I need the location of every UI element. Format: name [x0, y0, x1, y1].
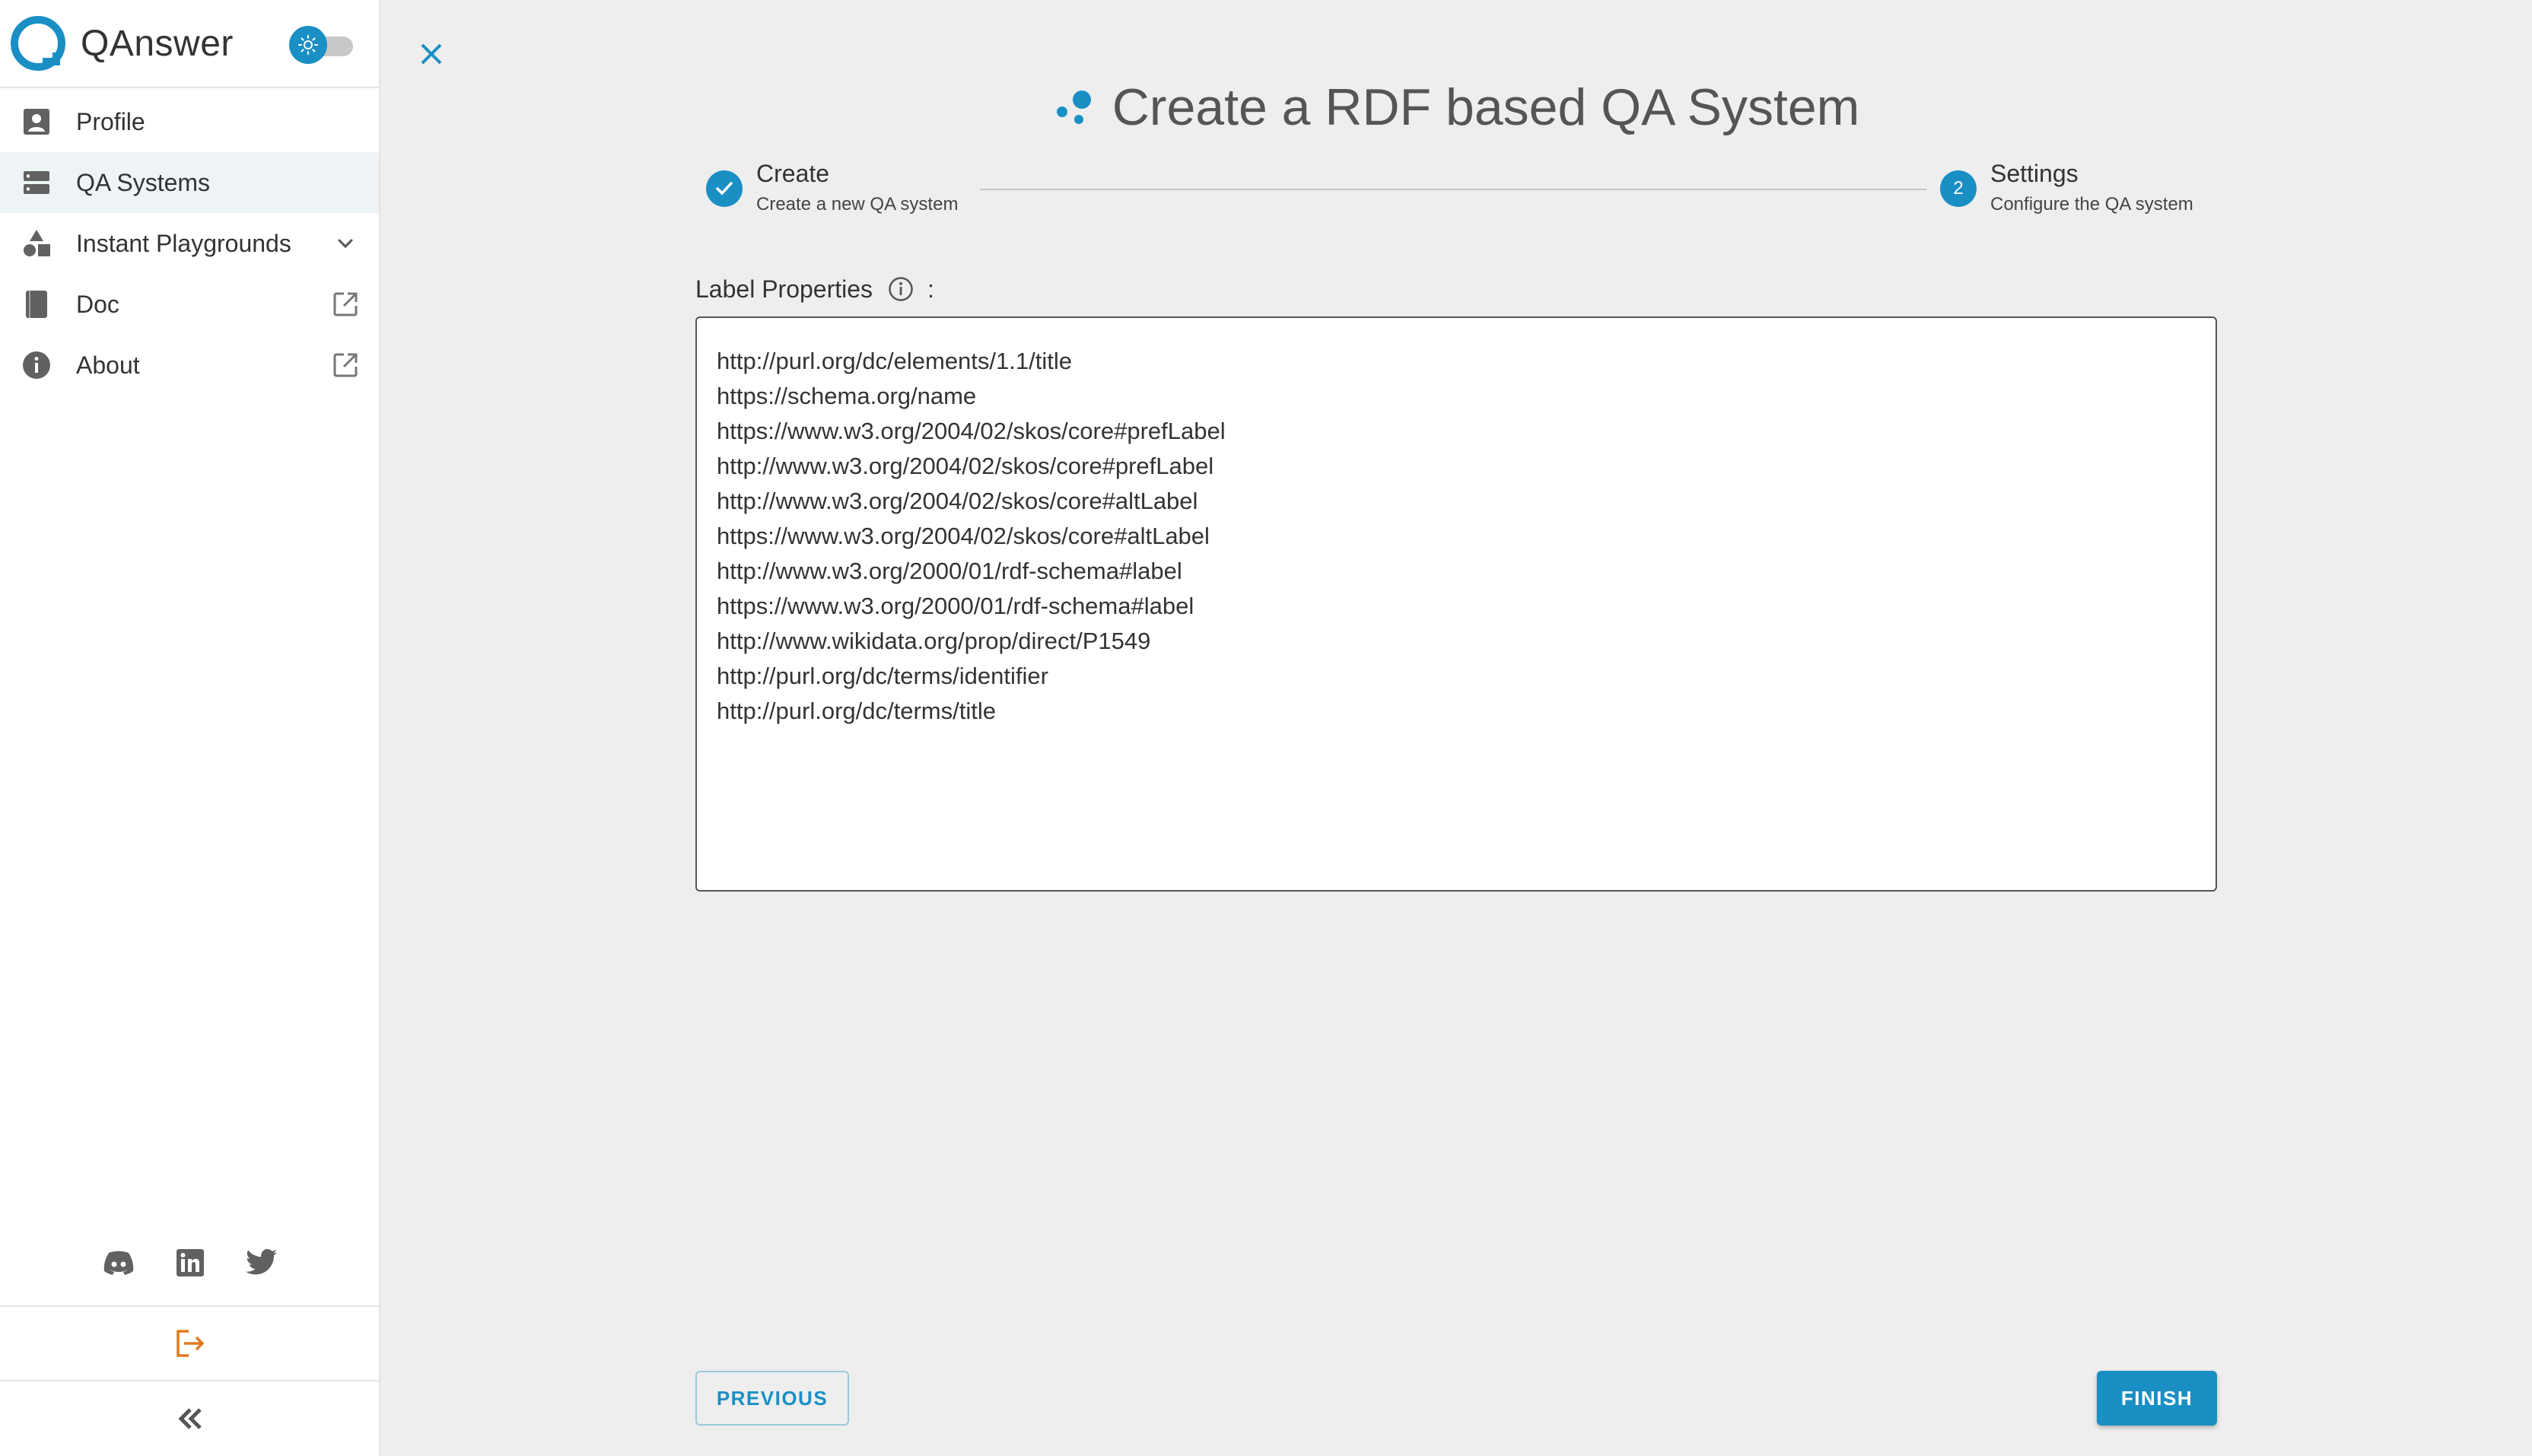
social-links [0, 1240, 380, 1286]
sidebar-item-profile[interactable]: Profile [0, 91, 379, 152]
label-properties-textarea[interactable]: http://purl.org/dc/elements/1.1/title ht… [695, 316, 2217, 892]
step-subtitle: Configure the QA system [1990, 194, 2193, 215]
finish-button[interactable]: FINISH [2097, 1371, 2217, 1426]
logout-icon [177, 1330, 205, 1357]
sidebar-item-about[interactable]: About [0, 335, 379, 396]
main-content: Create a RDF based QA System Create Crea… [380, 0, 2532, 1456]
sidebar-item-label: Profile [76, 107, 145, 135]
close-icon [421, 43, 442, 65]
sidebar-item-label: QA Systems [76, 168, 211, 196]
server-icon [20, 166, 53, 199]
chevron-down-icon[interactable] [329, 227, 362, 260]
page-title: Create a RDF based QA System [1112, 78, 1860, 136]
field-label-text: Label Properties [695, 275, 873, 303]
textarea-line: http://www.w3.org/2004/02/skos/core#pref… [717, 453, 1214, 479]
twitter-icon[interactable] [245, 1246, 278, 1280]
check-icon [706, 170, 743, 207]
double-chevron-left-icon [178, 1408, 202, 1429]
textarea-line: https://www.w3.org/2004/02/skos/core#pre… [717, 418, 1226, 444]
textarea-line: https://schema.org/name [717, 383, 977, 409]
field-label-suffix: : [927, 275, 934, 303]
info-circle-icon[interactable] [886, 275, 915, 304]
step-subtitle: Create a new QA system [756, 194, 959, 215]
external-link-icon[interactable] [329, 288, 362, 321]
collapse-sidebar-button[interactable] [0, 1380, 380, 1456]
shapes-icon [20, 227, 53, 260]
sidebar-item-doc[interactable]: Doc [0, 274, 379, 335]
step-connector [980, 189, 1926, 190]
sidebar-item-instant-playgrounds[interactable]: Instant Playgrounds [0, 213, 379, 274]
sun-icon [289, 26, 327, 64]
linkedin-icon[interactable] [173, 1246, 207, 1280]
label-properties-label: Label Properties : [695, 271, 934, 307]
external-link-icon[interactable] [329, 348, 362, 382]
app-name: QAnswer [81, 23, 234, 64]
previous-button[interactable]: PREVIOUS [695, 1371, 849, 1426]
qanswer-logo-icon [11, 16, 65, 71]
textarea-line: https://www.w3.org/2000/01/rdf-schema#la… [717, 593, 1194, 619]
sidebar-nav: Profile QA Systems Instant Playgrounds D… [0, 88, 379, 396]
bubbles-icon [1056, 91, 1091, 124]
book-icon [20, 288, 53, 321]
sidebar-item-label: Doc [76, 290, 119, 318]
app-root: QAnswer Profile QA Systems Instant Playg… [0, 0, 2532, 1456]
textarea-line: http://www.wikidata.org/prop/direct/P154… [717, 628, 1151, 654]
sidebar-item-qa-systems[interactable]: QA Systems [0, 152, 379, 213]
page-header: Create a RDF based QA System [380, 73, 2532, 141]
theme-toggle[interactable] [289, 26, 355, 64]
textarea-line: http://purl.org/dc/terms/identifier [717, 663, 1048, 689]
brand-header: QAnswer [0, 0, 379, 88]
step-number: 2 [1940, 170, 1977, 207]
step-title: Create [756, 160, 830, 187]
textarea-line: http://www.w3.org/2000/01/rdf-schema#lab… [717, 558, 1182, 584]
step-settings[interactable]: 2 Settings Configure the QA system [1940, 157, 2193, 219]
sidebar: QAnswer Profile QA Systems Instant Playg… [0, 0, 380, 1456]
textarea-line: http://purl.org/dc/terms/title [717, 698, 996, 724]
close-button[interactable] [411, 33, 452, 75]
logout-button[interactable] [0, 1305, 380, 1380]
sidebar-item-label: Instant Playgrounds [76, 229, 291, 257]
stepper: Create Create a new QA system 2 Settings… [706, 157, 2228, 225]
step-title: Settings [1990, 160, 2079, 187]
textarea-line: http://www.w3.org/2004/02/skos/core#altL… [717, 488, 1198, 514]
info-icon [20, 348, 53, 382]
textarea-line: http://purl.org/dc/elements/1.1/title [717, 348, 1072, 374]
textarea-line: https://www.w3.org/2004/02/skos/core#alt… [717, 523, 1210, 549]
sidebar-item-label: About [76, 351, 140, 379]
profile-icon [20, 105, 53, 138]
discord-icon[interactable] [102, 1246, 135, 1280]
step-create[interactable]: Create Create a new QA system [706, 157, 958, 219]
